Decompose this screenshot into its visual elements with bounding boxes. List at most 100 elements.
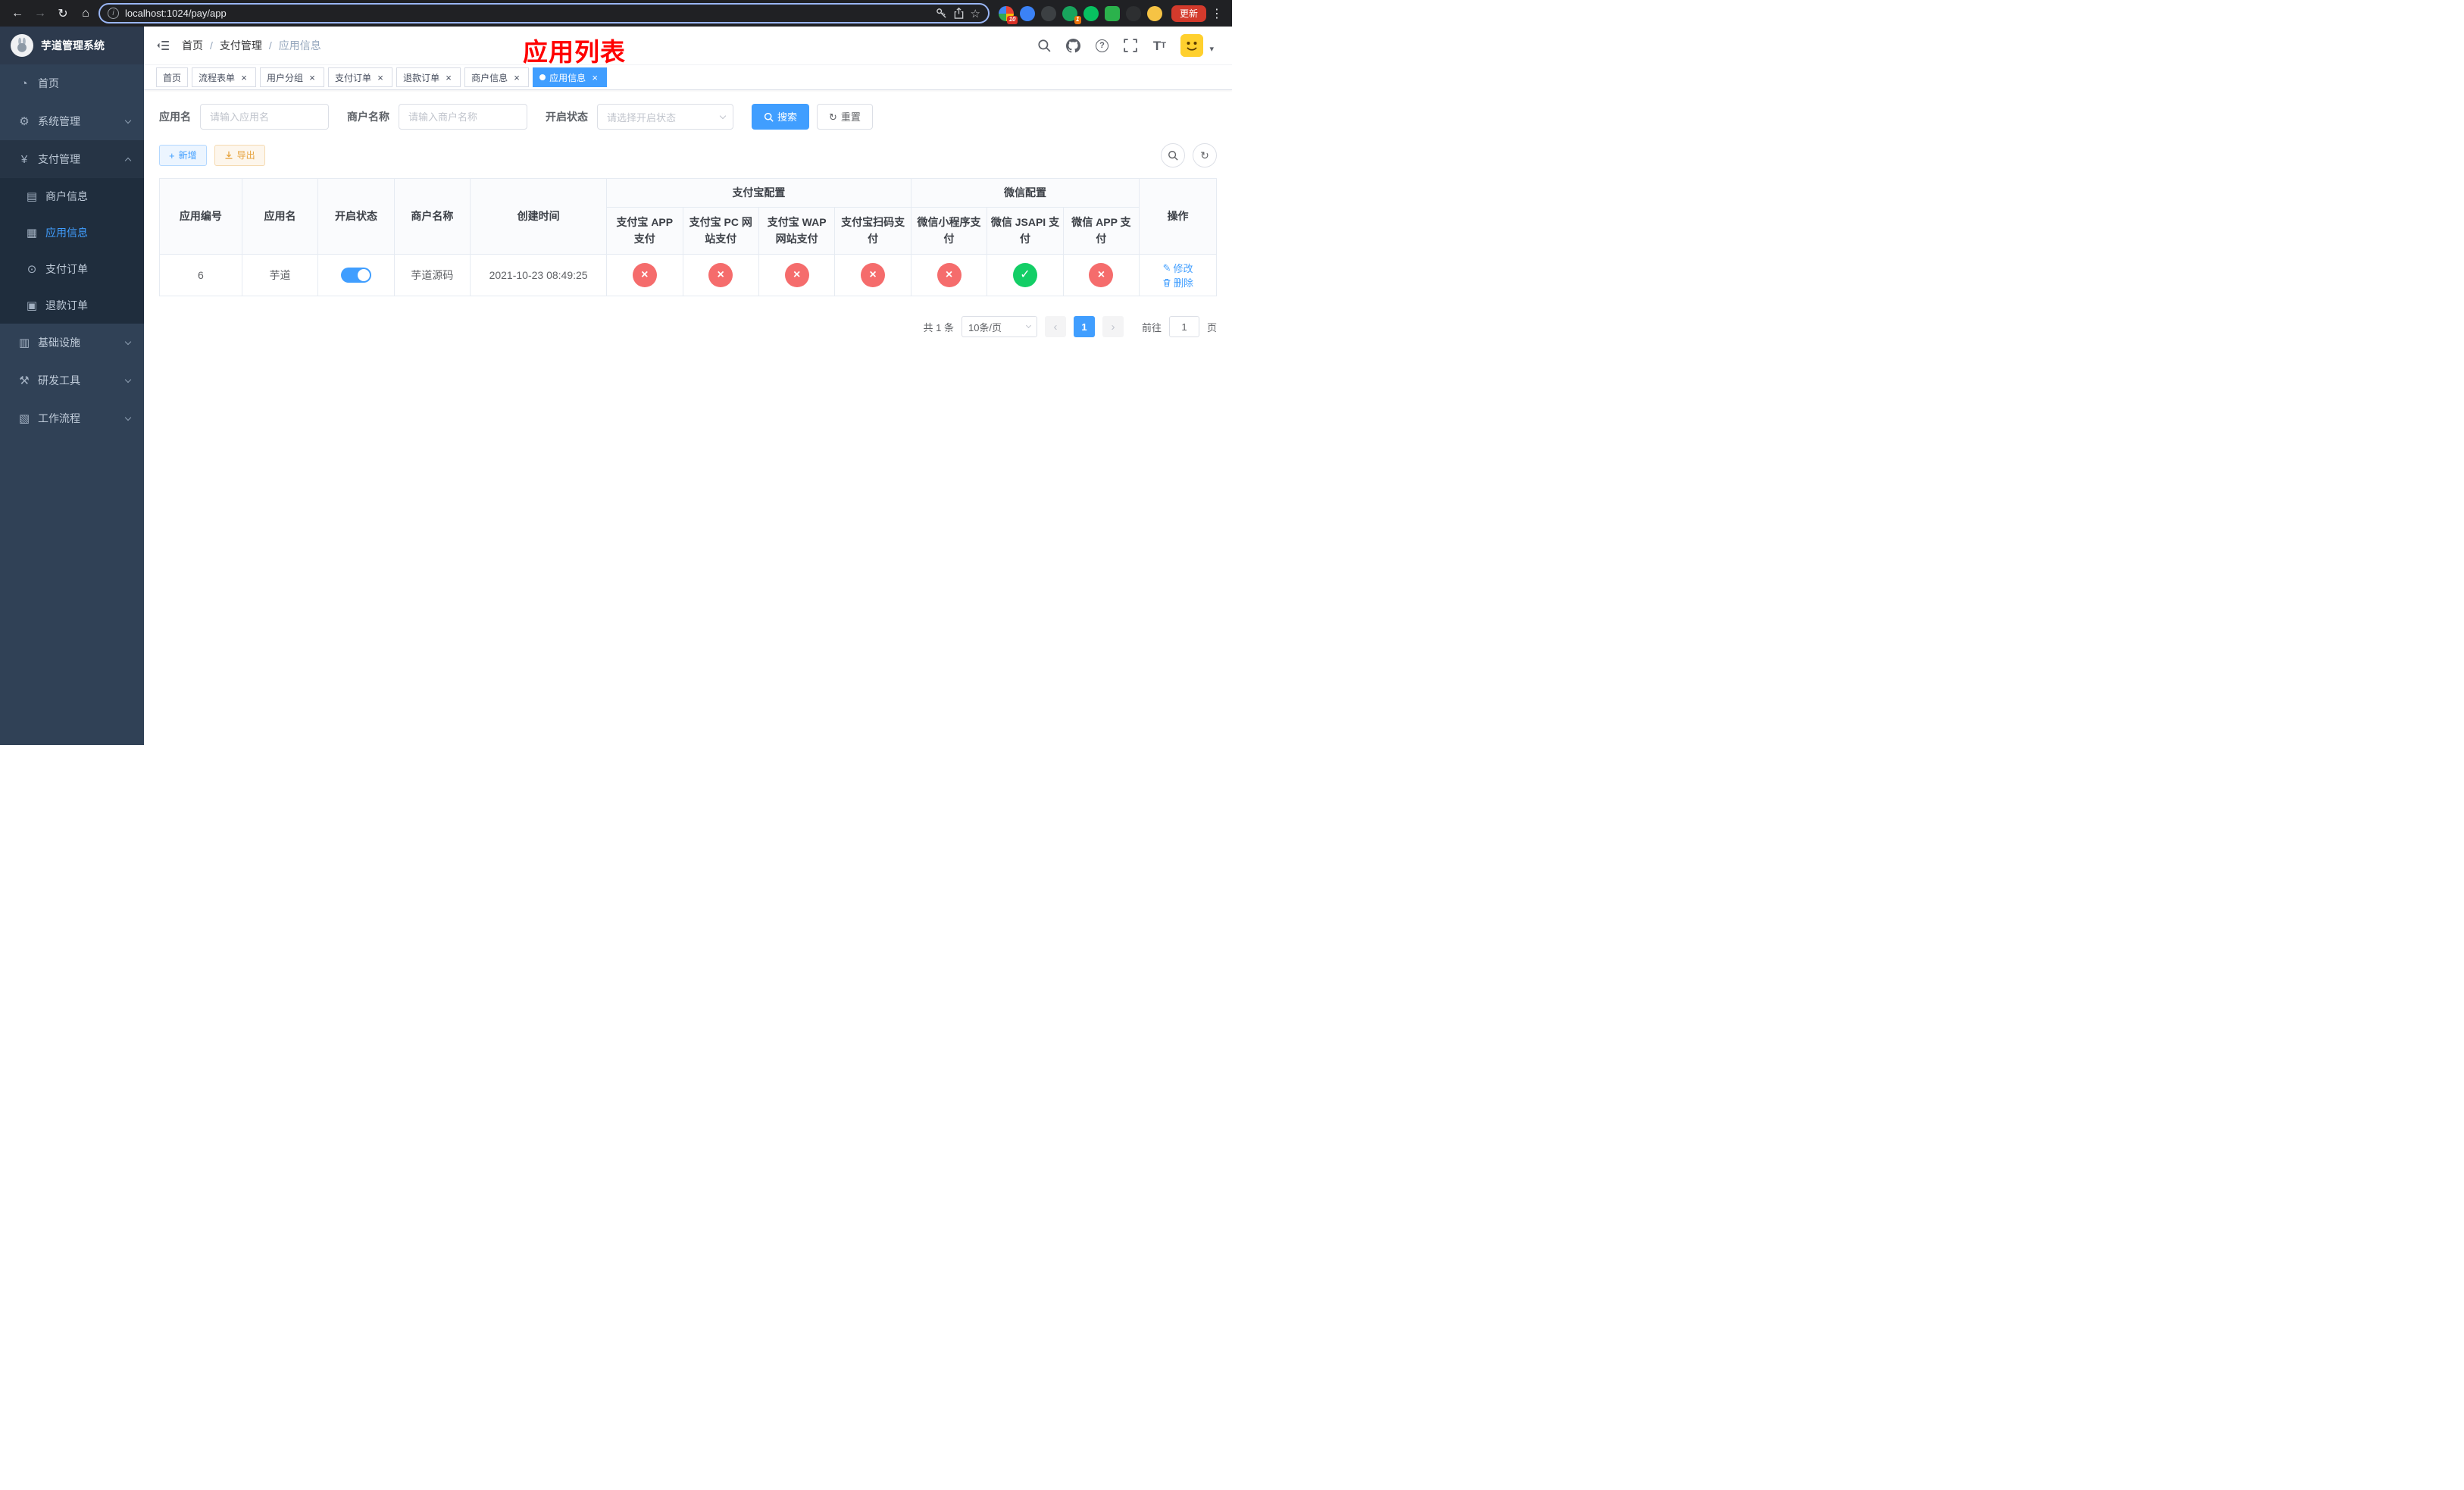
reset-button[interactable]: ↻ 重置 [817,104,873,130]
add-button[interactable]: + 新增 [159,145,207,166]
address-bar[interactable]: i localhost:1024/pay/app ☆ [98,3,990,23]
tab-close-icon[interactable]: × [307,72,317,83]
delete-link[interactable]: 删除 [1162,275,1193,290]
tab-close-icon[interactable]: × [589,72,600,83]
sidebar-fold-icon[interactable] [156,39,170,52]
column-header: 微信小程序支付 [910,207,988,255]
extensions-puzzle-icon[interactable] [1125,5,1141,21]
merchant-card-icon: ▤ [26,190,38,203]
extension-icon[interactable] [1083,5,1099,21]
sidebar-item-system[interactable]: ⚙ 系统管理 [0,102,144,140]
sidebar-item-merchant-info[interactable]: ▤ 商户信息 [0,178,144,214]
tab-close-icon[interactable]: × [239,72,249,83]
page-size-select[interactable]: 10条/页 [961,316,1037,337]
status-select[interactable]: 请选择开启状态 [597,104,733,130]
extension-icon[interactable]: 10 [998,5,1018,24]
chevron-up-icon [124,157,132,164]
tab-pay-orders[interactable]: 支付订单 × [328,67,393,87]
sidebar-item-refund-orders[interactable]: ▣ 退款订单 [0,287,144,324]
tab-process-form[interactable]: 流程表单 × [192,67,257,87]
app-name-input[interactable] [200,104,329,130]
page-1-button[interactable]: 1 [1073,316,1095,337]
app-title: 芋道管理系统 [41,39,105,52]
forward-button[interactable]: → [30,4,50,23]
prev-page-button[interactable]: ‹ [1044,316,1066,337]
sidebar-item-label: 研发工具 [38,374,80,387]
search-icon[interactable] [1037,37,1052,54]
search-icon [764,112,774,122]
next-page-button[interactable]: › [1102,316,1124,337]
extension-icon[interactable] [1040,5,1056,21]
browser-update-button[interactable]: 更新 [1171,5,1206,22]
chevron-down-icon [124,376,132,383]
goto-label: 前往 [1141,321,1162,333]
chevron-down-icon [124,414,132,421]
profile-avatar[interactable] [1146,5,1162,21]
select-placeholder: 请选择开启状态 [607,111,677,124]
trash-icon [1162,278,1171,287]
tab-close-icon[interactable]: × [443,72,454,83]
yen-icon: ¥ [20,152,28,166]
bookmark-star-icon[interactable]: ☆ [971,7,980,20]
column-header: 微信 APP 支付 [1062,207,1140,255]
tab-merchant-info[interactable]: 商户信息 × [464,67,530,87]
goto-page-input[interactable] [1168,316,1199,337]
fullscreen-icon[interactable] [1123,37,1138,54]
column-group-wechat: 微信配置 [910,178,1140,208]
share-icon[interactable] [953,8,965,19]
tab-close-icon[interactable]: × [375,72,386,83]
browser-chrome: ← → ↻ ⌂ i localhost:1024/pay/app ☆ 10 1 … [0,0,1232,27]
order-icon: ⊙ [27,263,37,276]
app-logo-row: 芋道管理系统 [0,27,144,64]
tab-label: 用户分组 [267,72,304,83]
sidebar-item-pay-orders[interactable]: ⊙ 支付订单 [0,251,144,287]
caret-down-icon[interactable]: ▾ [1209,44,1214,54]
tab-user-group[interactable]: 用户分组 × [260,67,325,87]
url-text: localhost:1024/pay/app [125,8,227,19]
user-avatar[interactable] [1180,34,1204,57]
sidebar-item-app-info[interactable]: ▦ 应用信息 [0,214,144,251]
home-button[interactable]: ⌂ [76,4,95,23]
back-button[interactable]: ← [8,4,27,23]
site-info-icon[interactable]: i [108,8,119,19]
edit-link[interactable]: ✎ 修改 [1163,261,1193,275]
extension-icon[interactable] [1019,5,1035,21]
breadcrumb-item-payment[interactable]: 支付管理 [220,38,262,53]
refresh-table-button[interactable]: ↻ [1193,143,1217,167]
tab-refund-orders[interactable]: 退款订单 × [396,67,461,87]
sidebar-item-payment[interactable]: ¥ 支付管理 [0,140,144,178]
column-header: 支付宝 WAP 网站支付 [758,207,836,255]
toggle-search-button[interactable] [1161,143,1185,167]
wechat-mini-pay-status-icon: × [937,263,962,287]
sidebar-item-label: 工作流程 [38,412,80,424]
refresh-icon: ↻ [1200,149,1209,161]
status-toggle[interactable] [340,268,371,283]
key-icon[interactable] [936,8,947,19]
font-size-icon[interactable]: TT [1152,37,1167,54]
search-form: 应用名 商户名称 开启状态 请选择开启状态 搜索 [159,104,1217,130]
workflow-icon: ▧ [18,412,30,425]
column-header: 微信 JSAPI 支付 [987,207,1064,255]
extension-icon[interactable] [1104,5,1120,21]
sidebar-item-dev-tools[interactable]: ⚒ 研发工具 [0,362,144,399]
breadcrumb-item-home[interactable]: 首页 [182,38,203,53]
column-header: 商户名称 [393,178,471,255]
wechat-jsapi-pay-status-icon: ✓ [1012,263,1037,287]
tab-close-icon[interactable]: × [511,72,522,83]
plus-icon: + [169,149,175,161]
tab-home[interactable]: 首页 [156,67,189,87]
sidebar-item-home[interactable]: ◔ 首页 [0,64,144,102]
browser-menu-button[interactable]: ⋮ [1209,4,1224,23]
sidebar-item-label: 支付管理 [38,153,80,165]
merchant-name-input[interactable] [399,104,527,130]
github-icon[interactable] [1065,37,1080,54]
tab-app-info[interactable]: 应用信息 × [533,67,608,87]
export-button[interactable]: 导出 [214,145,265,166]
sidebar-item-workflow[interactable]: ▧ 工作流程 [0,399,144,437]
search-button[interactable]: 搜索 [752,104,810,130]
extension-icon[interactable]: 1 [1062,5,1081,24]
reload-button[interactable]: ↻ [53,4,73,23]
tab-label: 支付订单 [335,72,372,83]
sidebar-item-infrastructure[interactable]: ▥ 基础设施 [0,324,144,362]
help-icon[interactable]: ? [1094,37,1109,54]
